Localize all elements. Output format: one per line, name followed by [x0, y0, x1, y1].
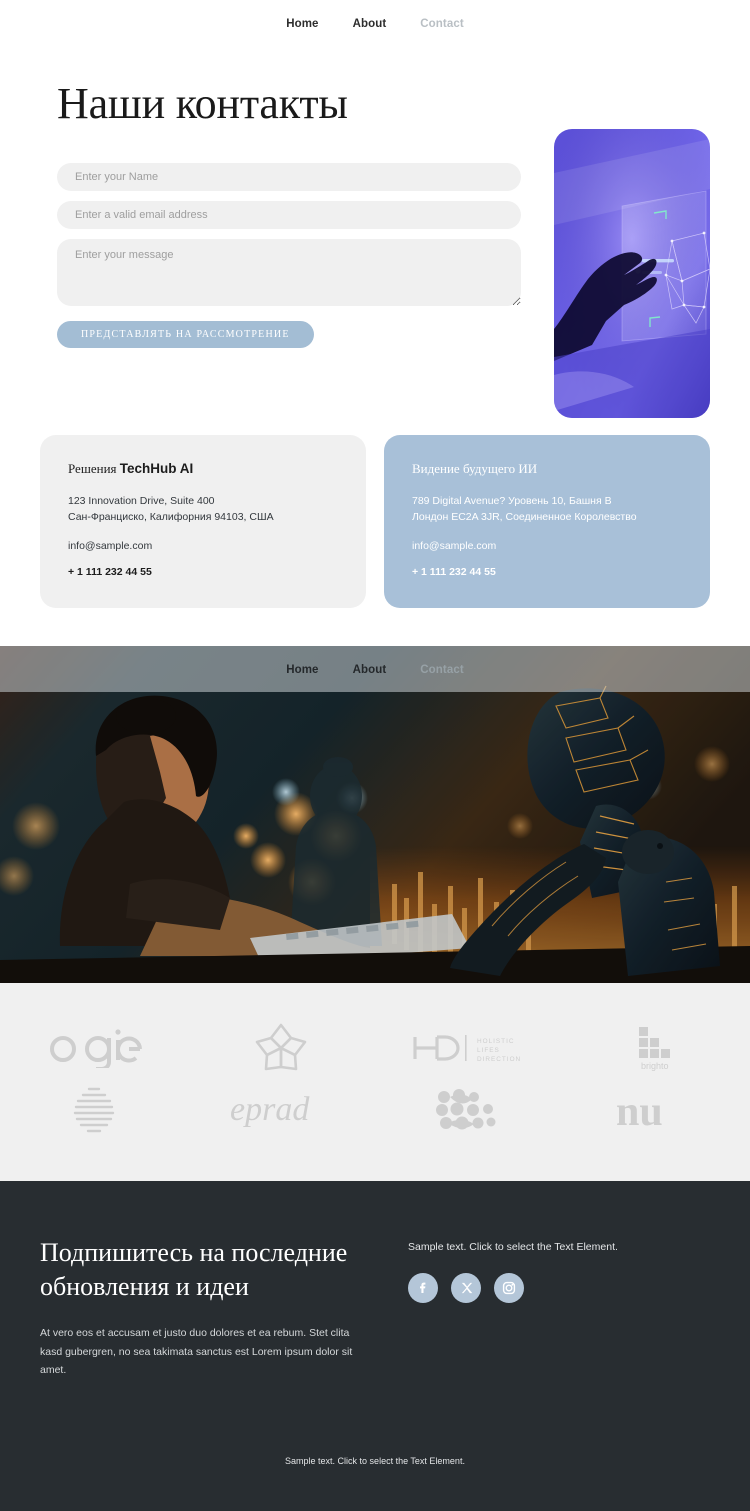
svg-text:DIRECTION: DIRECTION	[477, 1056, 521, 1063]
nav-link-contact[interactable]: Contact	[420, 18, 464, 30]
card-address-line-1: 789 Digital Avenue? Уровень 10, Башня B	[412, 495, 612, 507]
footer-left-column: Подпишитесь на последние обновления и ид…	[40, 1236, 370, 1380]
logo-striped-sphere-icon	[9, 1085, 179, 1135]
email-input[interactable]	[57, 201, 521, 230]
svg-text:LIFES: LIFES	[477, 1047, 500, 1054]
message-textarea[interactable]	[57, 239, 521, 307]
card-phone[interactable]: + 1 111 232 44 55	[412, 566, 682, 578]
footer-bottom-bar: Sample text. Click to select the Text El…	[0, 1451, 750, 1495]
facebook-icon[interactable]	[408, 1272, 438, 1303]
x-twitter-icon[interactable]	[451, 1272, 481, 1303]
svg-text:nu: nu	[616, 1089, 663, 1133]
footer-heading: Подпишитесь на последние обновления и ид…	[40, 1237, 348, 1301]
card-address-line-2: Лондон EC2A 3JR, Соединенное Королевство	[412, 511, 637, 524]
footer-right-column: Sample text. Click to select the Text El…	[408, 1236, 618, 1380]
svg-text:HOLISTIC: HOLISTIC	[477, 1038, 514, 1045]
contact-hero-section: Наши контакты ПРЕДСТАВЛЯТЬ НА РАССМОТРЕН…	[0, 47, 750, 418]
logo-hd-holistic-icon: HOLISTIC LIFES DIRECTION	[384, 1028, 554, 1068]
svg-text:brighto: brighto	[641, 1061, 669, 1071]
logo-eprad-icon: eprad	[196, 1087, 366, 1133]
submit-button[interactable]: ПРЕДСТАВЛЯТЬ НА РАССМОТРЕНИЕ	[57, 321, 314, 349]
card-address-line-1: 123 Innovation Drive, Suite 400	[68, 495, 215, 507]
banner-nav-link-about[interactable]: About	[353, 664, 387, 676]
contact-card-vision: Видение будущего ИИ 789 Digital Avenue? …	[384, 435, 710, 608]
logo-ogie-icon	[9, 1028, 179, 1068]
instagram-icon[interactable]	[494, 1272, 524, 1303]
client-logos-section: HOLISTIC LIFES DIRECTION brighto eprad n…	[0, 982, 750, 1181]
name-input[interactable]	[57, 163, 521, 192]
card-title-prefix: Решения	[68, 461, 117, 476]
footer-bottom-text: Sample text. Click to select the Text El…	[285, 1456, 465, 1467]
hero-image-holographic-touch	[554, 129, 710, 418]
banner-section: Home About Contact	[0, 645, 750, 983]
banner-image-woman-and-robot	[0, 645, 750, 983]
logo-flower-star-icon	[196, 1022, 366, 1074]
logo-dots-grid-icon	[384, 1087, 554, 1133]
footer-sample-text: Sample text. Click to select the Text El…	[408, 1240, 618, 1253]
logo-row-2: eprad nu	[0, 1079, 750, 1141]
nav-link-home[interactable]: Home	[286, 18, 318, 30]
contact-card-techhub: Решения TechHub AI 123 Innovation Drive,…	[40, 435, 366, 608]
top-navigation: Home About Contact	[0, 0, 750, 47]
banner-nav-link-contact[interactable]: Contact	[420, 664, 464, 676]
nav-link-about[interactable]: About	[353, 18, 387, 30]
footer-body-text: At vero eos et accusam et justo duo dolo…	[40, 1327, 353, 1376]
social-links	[408, 1272, 618, 1303]
card-address-line-2: Сан-Франциско, Калифорния 94103, США	[68, 511, 274, 524]
logo-row-1: HOLISTIC LIFES DIRECTION brighto	[0, 1017, 750, 1079]
card-title-brand: TechHub AI	[119, 461, 194, 476]
svg-text:eprad: eprad	[230, 1091, 310, 1128]
card-title-techhub: Решения TechHub AI	[68, 461, 338, 477]
card-email[interactable]: info@sample.com	[412, 540, 682, 552]
contact-form: ПРЕДСТАВЛЯТЬ НА РАССМОТРЕНИЕ	[57, 163, 521, 349]
card-title-vision: Видение будущего ИИ	[412, 461, 538, 476]
footer-section: Подпишитесь на последние обновления и ид…	[0, 1180, 750, 1511]
contact-cards-section: Решения TechHub AI 123 Innovation Drive,…	[0, 411, 750, 608]
card-phone[interactable]: + 1 111 232 44 55	[68, 566, 338, 578]
banner-navigation: Home About Contact	[0, 651, 750, 689]
logo-nu-icon: nu	[571, 1087, 741, 1133]
card-email[interactable]: info@sample.com	[68, 540, 338, 552]
page-title: Наши контакты	[57, 79, 348, 128]
logo-brighto-icon: brighto	[571, 1024, 741, 1072]
banner-nav-link-home[interactable]: Home	[286, 664, 318, 676]
